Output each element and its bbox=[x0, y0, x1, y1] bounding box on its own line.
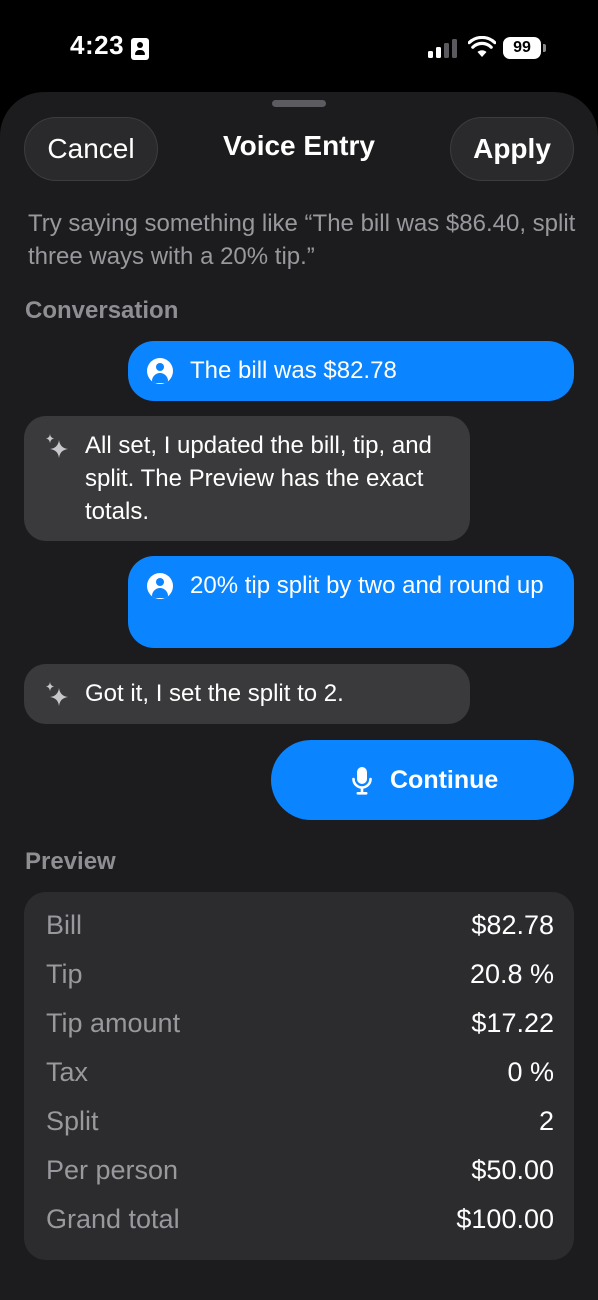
microphone-icon bbox=[352, 767, 372, 795]
message-text: All set, I updated the bill, tip, and sp… bbox=[85, 432, 432, 525]
preview-row-split: Split 2 bbox=[46, 1106, 554, 1146]
message-text: Got it, I set the split to 2. bbox=[85, 680, 344, 707]
continue-button[interactable]: Continue bbox=[271, 740, 574, 820]
preview-label: Preview bbox=[25, 848, 116, 875]
voice-hint: Try saying something like “The bill was … bbox=[28, 210, 576, 270]
voice-entry-sheet: Cancel Voice Entry Apply Try saying some… bbox=[0, 92, 598, 1300]
sheet-grabber[interactable] bbox=[272, 100, 326, 107]
cancel-button[interactable]: Cancel bbox=[24, 117, 158, 181]
status-bar: 4:23 99 bbox=[0, 0, 598, 90]
row-label: Tip bbox=[46, 959, 83, 989]
preview-row-tip: Tip 20.8 % bbox=[46, 959, 554, 999]
person-circle-icon bbox=[147, 573, 173, 599]
row-value: $17.22 bbox=[471, 1008, 554, 1038]
battery-cap bbox=[543, 44, 546, 52]
row-label: Tip amount bbox=[46, 1008, 181, 1038]
wifi-icon bbox=[468, 36, 496, 57]
row-value: $100.00 bbox=[456, 1204, 554, 1234]
battery-icon: 99 bbox=[503, 37, 541, 59]
row-label: Split bbox=[46, 1106, 99, 1136]
row-label: Per person bbox=[46, 1155, 179, 1185]
user-message: 20% tip split by two and round up bbox=[128, 556, 574, 648]
status-time: 4:23 bbox=[70, 30, 125, 60]
cellular-signal-icon bbox=[428, 38, 460, 58]
row-value: $82.78 bbox=[471, 910, 554, 940]
row-label: Grand total bbox=[46, 1204, 180, 1234]
row-label: Tax bbox=[46, 1057, 89, 1087]
preview-card: Bill $82.78 Tip 20.8 % Tip amount $17.22… bbox=[24, 892, 574, 1260]
message-text: The bill was $82.78 bbox=[190, 357, 397, 384]
row-value: $50.00 bbox=[471, 1155, 554, 1185]
assistant-message: Got it, I set the split to 2. bbox=[24, 664, 470, 724]
continue-label: Continue bbox=[390, 766, 499, 794]
preview-row-tip-amount: Tip amount $17.22 bbox=[46, 1008, 554, 1048]
user-message: The bill was $82.78 bbox=[128, 341, 574, 401]
sparkle-icon bbox=[46, 682, 68, 706]
sheet-title: Voice Entry bbox=[223, 130, 375, 161]
row-value: 20.8 % bbox=[469, 959, 554, 989]
preview-row-bill: Bill $82.78 bbox=[46, 910, 554, 950]
apply-button[interactable]: Apply bbox=[450, 117, 574, 181]
row-label: Bill bbox=[46, 910, 83, 940]
id-card-icon bbox=[131, 38, 149, 60]
preview-row-per-person: Per person $50.00 bbox=[46, 1155, 554, 1195]
sparkle-icon bbox=[46, 434, 68, 458]
row-value: 0 % bbox=[507, 1057, 554, 1087]
conversation-label: Conversation bbox=[25, 297, 179, 324]
person-circle-icon bbox=[147, 358, 173, 384]
assistant-message: All set, I updated the bill, tip, and sp… bbox=[24, 416, 470, 541]
preview-row-tax: Tax 0 % bbox=[46, 1057, 554, 1097]
message-text: 20% tip split by two and round up bbox=[190, 572, 544, 599]
preview-row-grand-total: Grand total $100.00 bbox=[46, 1204, 554, 1244]
row-value: 2 bbox=[538, 1106, 554, 1136]
screen: 4:23 99 Cancel Voice Entry Apply Try say… bbox=[0, 0, 598, 1300]
